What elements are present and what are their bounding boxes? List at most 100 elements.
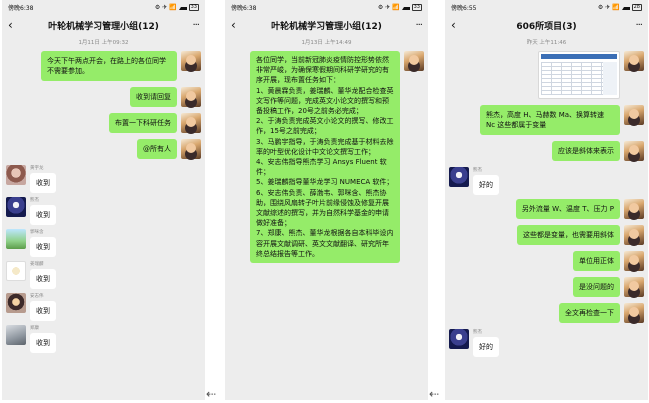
avatar[interactable] [181, 87, 201, 107]
back-arrow-icon[interactable]: ‹ [451, 18, 465, 32]
sender-name: 姜瑞麟 [30, 262, 44, 267]
signal-icon [178, 5, 187, 10]
avatar[interactable] [6, 197, 26, 217]
sender-name: 郭咪含 [30, 230, 44, 235]
message-paragraph: 3、马鹏宇指导，于涛负责完成基于材料去除率的叶型优化设计中文论文撰写工作； [256, 137, 394, 156]
avatar[interactable] [181, 51, 201, 71]
message-bubble[interactable]: 是没问题的 [573, 277, 620, 297]
battery-icon: 28 [631, 3, 642, 11]
message-row: 熊杰，高度 H、马赫数 Ma、换算转速 Nc 这些都属于变量 [445, 105, 648, 135]
message-bubble[interactable]: 布置一下科研任务 [109, 113, 177, 133]
avatar[interactable] [6, 325, 26, 345]
avatar[interactable] [449, 329, 469, 349]
message-bubble[interactable]: 熊杰，高度 H、马赫数 Ma、换算转速 Nc 这些都属于变量 [480, 105, 620, 135]
more-dots-icon[interactable]: ··· [408, 20, 423, 31]
message-paragraph: 6、安志伟负责、薛渤韦、郭咪含、熊杰协助，围绕风扇转子叶片前缘侵蚀及修复开展文献… [256, 188, 389, 228]
avatar[interactable] [624, 303, 644, 323]
message-paragraph: 4、安志伟指导熊杰学习 Ansys Fluent 软件； [256, 158, 387, 177]
message-paragraph: 5、姜瑞麟指导董华龙学习 NUMECA 软件； [256, 178, 394, 187]
message-bubble[interactable]: 收到 [30, 205, 56, 225]
status-icons-text: ⚙ ✈ 📶 [154, 3, 177, 11]
message-bubble[interactable]: 单位用正体 [573, 251, 620, 271]
message-bubble[interactable]: 应该是斜体来表示 [552, 141, 620, 161]
message-bubble[interactable]: 收到 [30, 333, 56, 353]
battery-icon: 33 [188, 3, 199, 11]
message-bubble[interactable]: 今天下午两点开会，在路上的各位同学不需要参加。 [41, 51, 177, 81]
phone-screen-3: 傍晚6:55 ⚙ ✈ 📶 28 ‹ 606所项目(3) ··· 昨天 上午11:… [445, 0, 648, 400]
message-row: 黄宇龙 收到 [2, 165, 205, 193]
message-row: 郭咪含 收到 [2, 229, 205, 257]
message-bubble[interactable]: @所有人 [137, 139, 177, 159]
status-icons: ⚙ ✈ 📶 28 [597, 3, 642, 11]
message-paragraph: 1、黄晨霖负责，姜瑞麟、董华龙配合检查英文写作等问题，完成英文小论文的撰写和预备… [256, 86, 394, 116]
back-arrow-icon[interactable]: ‹ [231, 18, 245, 32]
avatar[interactable] [404, 51, 424, 71]
status-time: 傍晚6:55 [451, 4, 477, 12]
message-row: 是没问题的 [445, 277, 648, 297]
message-row: 熊杰 收到 [2, 197, 205, 225]
long-message-bubble[interactable]: 各位同学，当前新冠肺炎疫情防控形势依然非常严峻，为确保寒假期间科研学研究的有序开… [250, 51, 400, 264]
status-icons: ⚙ ✈ 📶 33 [154, 3, 199, 11]
more-dots-icon[interactable]: ··· [185, 20, 200, 31]
avatar[interactable] [624, 225, 644, 245]
back-arrow-icon: ⇠ [206, 387, 217, 401]
avatar[interactable] [6, 229, 26, 249]
message-row: 郑康 收到 [2, 325, 205, 353]
avatar[interactable] [624, 105, 644, 125]
message-bubble[interactable]: 这些都是变量，也需要用斜体 [517, 225, 620, 245]
more-dots-icon[interactable]: ··· [628, 20, 643, 31]
avatar[interactable] [624, 277, 644, 297]
avatar[interactable] [624, 199, 644, 219]
screenshot-canvas: 傍晚6:38 ⚙ ✈ 📶 33 ‹ 叶轮机械学习管理小组(12) ··· 1月1… [0, 0, 649, 403]
status-icons-text: ⚙ ✈ 📶 [377, 3, 400, 11]
status-icons-text: ⚙ ✈ 📶 [597, 3, 620, 11]
avatar[interactable] [624, 51, 644, 71]
phone-screen-2: 傍晚6:38 ⚙ ✈ 📶 33 ‹ 叶轮机械学习管理小组(12) ··· 1月1… [225, 0, 428, 400]
message-bubble[interactable]: 好的 [473, 337, 499, 357]
status-icons: ⚙ ✈ 📶 33 [377, 3, 422, 11]
message-bubble[interactable]: 全文再检查一下 [559, 303, 620, 323]
avatar[interactable] [624, 251, 644, 271]
chat-header: ‹ 606所项目(3) ··· [445, 14, 648, 36]
avatar[interactable] [181, 139, 201, 159]
avatar[interactable] [449, 167, 469, 187]
message-row: 布置一下科研任务 [2, 113, 205, 133]
message-bubble[interactable]: 另外流量 W、温度 T、压力 P [515, 199, 620, 219]
sender-name: 郑康 [30, 326, 39, 331]
sender-name: 熊杰 [473, 330, 482, 335]
status-bar: 傍晚6:38 ⚙ ✈ 📶 33 [2, 0, 205, 14]
spreadsheet-image-thumbnail[interactable] [538, 51, 620, 99]
message-bubble[interactable]: 收到请回复 [130, 87, 177, 107]
message-bubble[interactable]: 好的 [473, 175, 499, 195]
message-row: 全文再检查一下 [445, 303, 648, 323]
message-row: 今天下午两点开会，在路上的各位同学不需要参加。 [2, 51, 205, 81]
chat-title: 叶轮机械学习管理小组(12) [271, 21, 382, 32]
status-bar: 傍晚6:38 ⚙ ✈ 📶 33 [225, 0, 428, 14]
sender-name: 熊杰 [30, 198, 39, 203]
avatar[interactable] [6, 293, 26, 313]
avatar[interactable] [6, 261, 26, 281]
message-paragraph: 7、郑康、熊杰、董华龙根据各自本科毕设内容开展文献调研、英文文献翻译、研究所年终… [256, 229, 394, 258]
sender-name: 熊杰 [473, 168, 482, 173]
sender-name: 安志伟 [30, 294, 44, 299]
sender-name: 黄宇龙 [30, 166, 44, 171]
message-row: 安志伟 收到 [2, 293, 205, 321]
message-row: 各位同学，当前新冠肺炎疫情防控形势依然非常严峻，为确保寒假期间科研学研究的有序开… [225, 51, 428, 264]
avatar[interactable] [181, 113, 201, 133]
message-row: 熊杰 好的 [445, 329, 648, 357]
status-time: 傍晚6:38 [8, 4, 34, 12]
back-arrow-icon[interactable]: ‹ [8, 18, 22, 32]
message-row: 熊杰 好的 [445, 167, 648, 195]
chat-header: ‹ 叶轮机械学习管理小组(12) ··· [2, 14, 205, 36]
message-bubble[interactable]: 收到 [30, 269, 56, 289]
message-row: 另外流量 W、温度 T、压力 P [445, 199, 648, 219]
avatar[interactable] [624, 141, 644, 161]
message-bubble[interactable]: 收到 [30, 301, 56, 321]
message-bubble[interactable]: 收到 [30, 173, 56, 193]
message-bubble[interactable]: 收到 [30, 237, 56, 257]
message-row: 应该是斜体来表示 [445, 141, 648, 161]
signal-icon [621, 5, 630, 10]
avatar[interactable] [6, 165, 26, 185]
back-arrow-icon: ⇠ [429, 387, 440, 401]
message-row: 收到请回复 [2, 87, 205, 107]
